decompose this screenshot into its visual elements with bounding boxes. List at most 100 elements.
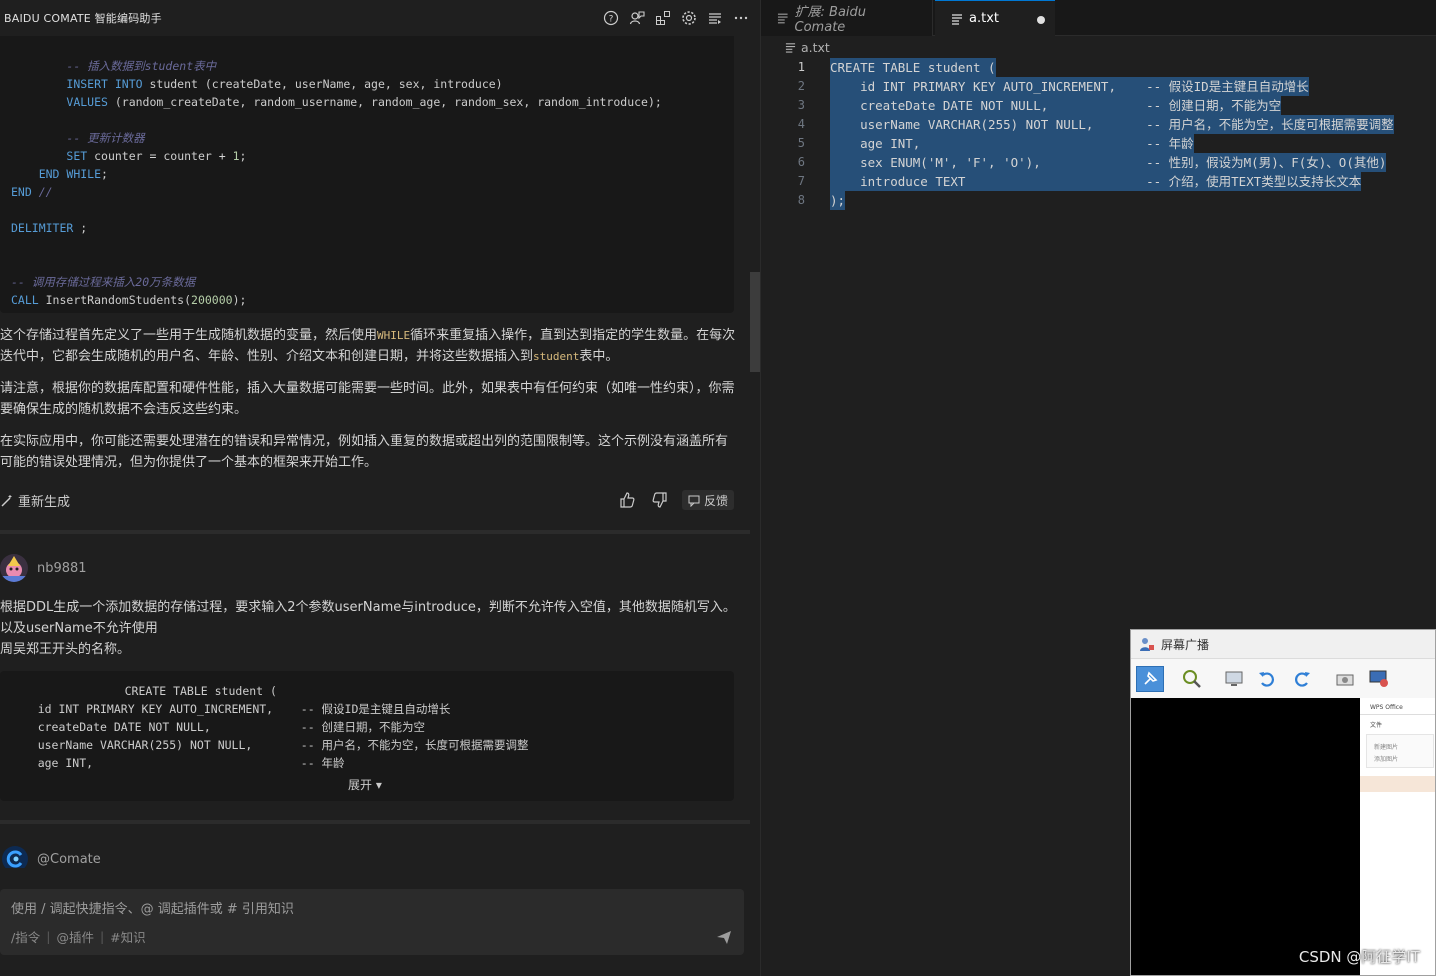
inline-code: student: [533, 350, 580, 363]
scrollbar-thumb[interactable]: [750, 272, 760, 372]
help-icon[interactable]: ?: [602, 9, 620, 27]
line-text[interactable]: introduce TEXT -- 介绍，使用TEXT类型以支持长文本: [830, 172, 1362, 191]
line-number: 5: [797, 136, 805, 150]
editor-line[interactable]: 1 CREATE TABLE student (: [761, 58, 1436, 77]
answer-actions: 重新生成 反馈: [0, 488, 740, 512]
tab-a-txt[interactable]: a.txt: [935, 0, 1055, 36]
answer-paragraph: 在实际应用中，你可能还需要处理潜在的错误和异常情况，例如插入重复的数据或超出列的…: [0, 434, 729, 470]
chat-history[interactable]: -- 插入数据到student表中 INSERT INTO student (c…: [0, 36, 750, 868]
code-line: END //: [11, 185, 53, 199]
screenshot-button[interactable]: [1331, 666, 1359, 692]
pin-button[interactable]: [1136, 666, 1164, 692]
editor-line[interactable]: 3 createDate DATE NOT NULL, -- 创建日期，不能为空: [761, 96, 1436, 115]
editor-line[interactable]: 4 userName VARCHAR(255) NOT NULL, -- 用户名…: [761, 115, 1436, 134]
preview-icon: [777, 13, 788, 24]
record-screen-icon: [1369, 670, 1388, 687]
monitor-button[interactable]: [1220, 666, 1248, 692]
editor-line[interactable]: 7 introduce TEXT -- 介绍，使用TEXT类型以支持长文本: [761, 172, 1436, 191]
answer-paragraph: 这个存储过程首先定义了一些用于生成随机数据的变量，然后使用WHILE循环来重复插…: [0, 328, 736, 364]
code-line: INSERT INTO student (createDate, userNam…: [66, 77, 503, 91]
line-text[interactable]: createDate DATE NOT NULL, -- 创建日期，不能为空: [830, 96, 1282, 115]
settings-icon[interactable]: [680, 9, 698, 27]
unsaved-dot-icon[interactable]: [1037, 16, 1045, 24]
code-line: SET counter = counter + 1;: [66, 149, 247, 163]
broadcast-preview: WPS Office 文件 新建图片 添加图片: [1360, 698, 1435, 975]
plugin-chip[interactable]: @插件: [56, 927, 94, 946]
more-icon[interactable]: [732, 9, 750, 27]
comate-panel: BAIDU COMATE 智能编码助手 ? -- 插入数据到student表中 …: [0, 0, 760, 976]
assistant-header: @Comate: [0, 844, 740, 868]
screen-broadcast-window[interactable]: 屏幕广播 WPS Office 文件 新建图片 添加图片: [1130, 629, 1436, 976]
feedback-button[interactable]: 反馈: [681, 490, 734, 510]
editor-line[interactable]: 2 id INT PRIMARY KEY AUTO_INCREMENT, -- …: [761, 77, 1436, 96]
chat-input-placeholder[interactable]: 使用 / 调起快捷指令、@ 调起插件或 # 引用知识: [11, 898, 294, 917]
code-block-collapsed: CREATE TABLE student ( id INT PRIMARY KE…: [0, 671, 734, 801]
code-line: CALL InsertRandomStudents(200000);: [11, 293, 247, 307]
broadcast-toolbar: [1131, 658, 1435, 698]
zoom-icon: [1183, 670, 1201, 688]
tab-extension-comate[interactable]: 扩展: Baidu Comate: [761, 0, 933, 36]
knowledge-chip[interactable]: #知识: [110, 927, 145, 946]
panel-header: BAIDU COMATE 智能编码助手 ?: [0, 0, 760, 36]
monitor-icon: [1225, 671, 1243, 686]
line-number: 8: [797, 193, 805, 207]
thumbs-down-icon[interactable]: [650, 490, 670, 510]
preview-strip: [1360, 776, 1435, 792]
editor-line[interactable]: 8);: [761, 191, 1436, 210]
preview-bar: [1360, 714, 1435, 715]
wps-app-label: WPS Office: [1370, 704, 1403, 711]
code-block: -- 插入数据到student表中 INSERT INTO student (c…: [0, 36, 734, 313]
line-text[interactable]: CREATE TABLE student (: [830, 58, 996, 77]
line-text[interactable]: id INT PRIMARY KEY AUTO_INCREMENT, -- 假设…: [830, 77, 1309, 96]
chat-scrollbar[interactable]: [750, 36, 760, 868]
command-chip[interactable]: /指令: [11, 927, 40, 946]
wps-item: 添加图片: [1374, 756, 1399, 763]
zoom-button[interactable]: [1178, 666, 1206, 692]
user-message: 根据DDL生成一个添加数据的存储过程，要求输入2个参数userName与intr…: [0, 600, 736, 657]
separator: |: [46, 929, 51, 944]
feedback-icon: [688, 495, 700, 507]
code-line: age INT, -- 年龄: [10, 756, 345, 770]
line-text[interactable]: );: [830, 191, 846, 210]
chat-input[interactable]: 使用 / 调起快捷指令、@ 调起插件或 # 引用知识 /指令 | @插件 | #…: [0, 889, 744, 955]
code-line: CREATE TABLE student (: [0, 684, 277, 698]
user-header: nb9881: [0, 552, 740, 586]
code-line: -- 插入数据到student表中: [66, 59, 217, 73]
line-text[interactable]: age INT, -- 年龄: [830, 134, 1194, 153]
magic-wand-icon: [1, 494, 12, 507]
line-text[interactable]: userName VARCHAR(255) NOT NULL, -- 用户名，不…: [830, 115, 1394, 134]
assistant-name: @Comate: [37, 852, 101, 867]
svg-text:?: ?: [609, 15, 614, 25]
thumbs-up-icon[interactable]: [617, 490, 637, 510]
text-file-icon: [952, 13, 962, 25]
plugins-icon[interactable]: [654, 9, 672, 27]
code-line: id INT PRIMARY KEY AUTO_INCREMENT, -- 假设…: [10, 702, 451, 716]
code-line: END WHILE;: [38, 167, 108, 181]
pin-icon: [1144, 671, 1158, 685]
list-icon[interactable]: [706, 9, 724, 27]
line-number: 2: [797, 79, 805, 93]
line-text[interactable]: sex ENUM('M', 'F', 'O'), -- 性别，假设为M(男)、F…: [830, 153, 1387, 172]
inline-code: WHILE: [377, 329, 411, 342]
code-line: -- 更新计数器: [66, 131, 145, 145]
panel-title: BAIDU COMATE 智能编码助手: [4, 12, 162, 25]
avatar: [0, 554, 28, 582]
breadcrumb[interactable]: a.txt: [785, 40, 830, 55]
expand-button[interactable]: 展开 ▾: [348, 776, 382, 793]
message-divider: [0, 820, 750, 824]
user-chat-icon[interactable]: [628, 9, 646, 27]
record-button[interactable]: [1365, 666, 1393, 692]
message-divider: [0, 530, 750, 534]
code-line: createDate DATE NOT NULL, -- 创建日期，不能为空: [10, 720, 426, 734]
undo-button[interactable]: [1253, 666, 1281, 692]
send-icon[interactable]: [716, 929, 732, 945]
editor-line[interactable]: 6 sex ENUM('M', 'F', 'O'), -- 性别，假设为M(男)…: [761, 153, 1436, 172]
redo-icon: [1295, 672, 1310, 687]
broadcast-user-icon: [1140, 638, 1154, 651]
separator: |: [99, 929, 105, 944]
regenerate-button[interactable]: 重新生成: [0, 491, 70, 510]
wps-item: 新建图片: [1374, 744, 1399, 751]
redo-button[interactable]: [1288, 666, 1316, 692]
code-line: -- 调用存储过程来插入20万条数据: [11, 275, 196, 289]
editor-line[interactable]: 5 age INT, -- 年龄: [761, 134, 1436, 153]
